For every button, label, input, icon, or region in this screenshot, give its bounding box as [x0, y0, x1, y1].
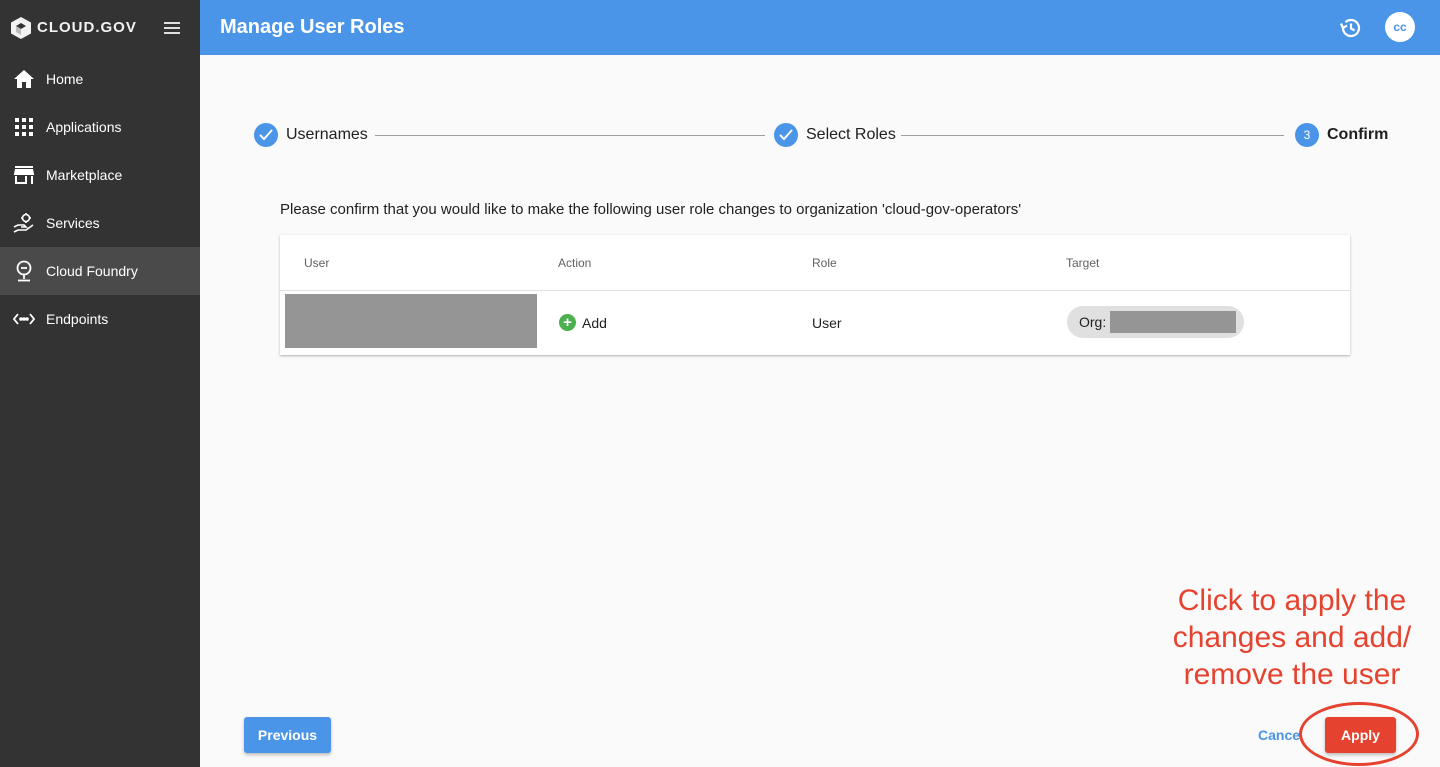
- check-icon: [774, 123, 798, 147]
- sidebar-item-label: Home: [46, 71, 84, 87]
- role-cell: User: [812, 315, 842, 331]
- history-icon[interactable]: [1338, 15, 1364, 41]
- step-number: 3: [1295, 123, 1319, 147]
- services-icon: [13, 212, 35, 234]
- table-header-row: User Action Role Target: [280, 235, 1350, 291]
- apps-grid-icon: [13, 116, 35, 138]
- cancel-button[interactable]: Cancel: [1258, 727, 1300, 745]
- menu-toggle-icon[interactable]: [162, 19, 182, 37]
- confirm-message: Please confirm that you would like to ma…: [280, 201, 1022, 218]
- sidebar-item-label: Endpoints: [46, 311, 109, 327]
- sidebar-item-services[interactable]: Services: [0, 199, 200, 247]
- sidebar-item-marketplace[interactable]: Marketplace: [0, 151, 200, 199]
- column-header-user: User: [304, 256, 330, 270]
- brand[interactable]: CLOUD.GOV: [0, 0, 200, 55]
- step-usernames[interactable]: Usernames: [254, 123, 368, 147]
- avatar[interactable]: cc: [1385, 12, 1415, 42]
- step-label: Usernames: [286, 126, 368, 143]
- column-header-target: Target: [1066, 256, 1100, 270]
- changes-table: User Action Role Target + Add User Org:: [280, 235, 1350, 355]
- sidebar-item-applications[interactable]: Applications: [0, 103, 200, 151]
- home-icon: [13, 68, 35, 90]
- action-cell: + Add: [559, 314, 607, 331]
- stepper: Usernames Select Roles 3 Confirm: [254, 123, 1388, 149]
- sidebar: CLOUD.GOV Home Applications Marketplace …: [0, 0, 200, 767]
- target-prefix: Org:: [1079, 314, 1107, 330]
- add-circle-icon: +: [559, 314, 576, 331]
- top-bar: Manage User Roles cc: [200, 0, 1440, 55]
- step-select-roles[interactable]: Select Roles: [774, 123, 896, 147]
- column-header-role: Role: [812, 256, 837, 270]
- table-row: + Add User Org:: [280, 291, 1350, 355]
- step-label: Confirm: [1327, 126, 1389, 143]
- redacted-username: [285, 294, 537, 348]
- previous-button[interactable]: Previous: [244, 717, 331, 753]
- target-chip: Org:: [1067, 306, 1244, 338]
- sidebar-item-label: Services: [46, 215, 100, 231]
- cloud-foundry-icon: [13, 260, 35, 282]
- step-label: Select Roles: [806, 126, 896, 143]
- store-icon: [13, 164, 35, 186]
- column-header-action: Action: [558, 256, 592, 270]
- step-connector: [375, 135, 765, 136]
- sidebar-item-cloud-foundry[interactable]: Cloud Foundry: [0, 247, 200, 295]
- sidebar-item-label: Applications: [46, 119, 122, 135]
- page-title: Manage User Roles: [220, 16, 405, 38]
- step-connector: [901, 135, 1284, 136]
- endpoints-icon: [13, 308, 35, 330]
- sidebar-item-home[interactable]: Home: [0, 55, 200, 103]
- annotation-callout: Click to apply the changes and add/ remo…: [1172, 584, 1412, 691]
- cloud-gov-logo-icon: [11, 16, 31, 39]
- action-label: Add: [582, 314, 607, 331]
- sidebar-item-endpoints[interactable]: Endpoints: [0, 295, 200, 343]
- sidebar-item-label: Marketplace: [46, 167, 123, 183]
- brand-name: CLOUD.GOV: [37, 19, 137, 36]
- check-icon: [254, 123, 278, 147]
- step-confirm[interactable]: 3 Confirm: [1295, 123, 1388, 147]
- sidebar-item-label: Cloud Foundry: [46, 263, 138, 279]
- apply-button[interactable]: Apply: [1325, 717, 1396, 753]
- redacted-org-name: [1110, 311, 1237, 333]
